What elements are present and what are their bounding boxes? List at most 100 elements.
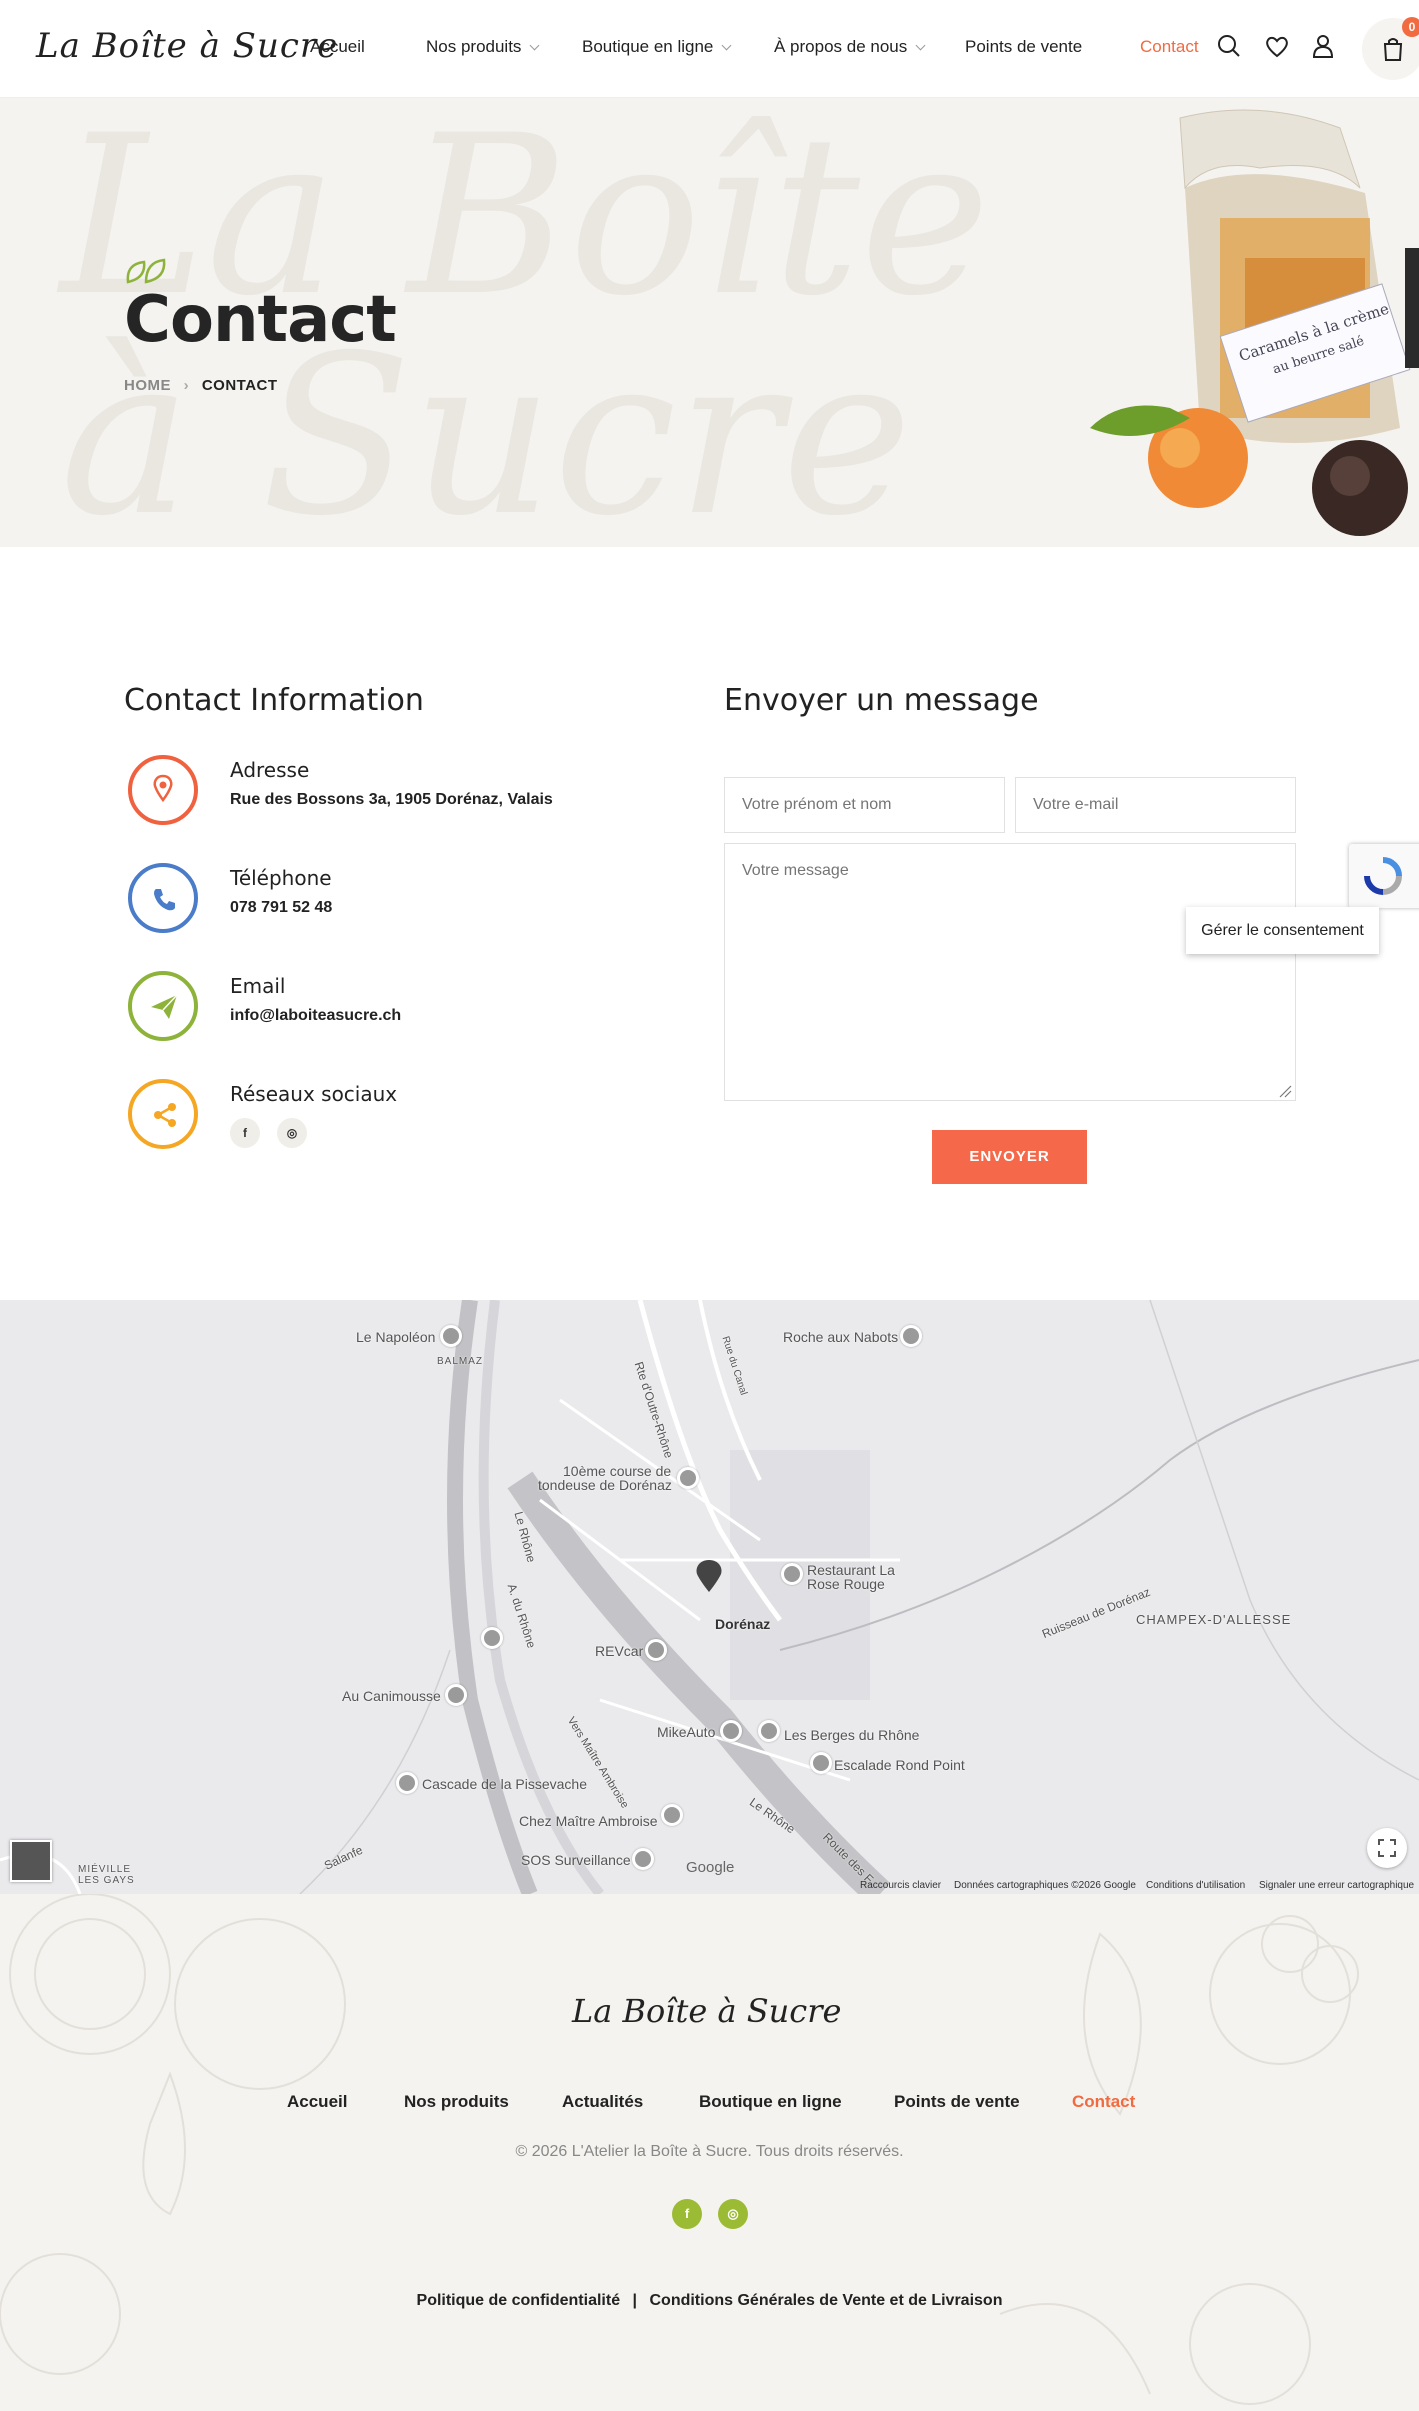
nav-label: Nos produits [426, 37, 522, 56]
footer-link-boutique[interactable]: Boutique en ligne [699, 2092, 842, 2112]
email-field[interactable] [1015, 777, 1296, 833]
copyright: © 2026 L'Atelier la Boîte à Sucre. Tous … [515, 2143, 904, 2160]
map-report-error-link[interactable]: Signaler une erreur cartographique [1259, 1880, 1414, 1891]
heart-icon[interactable] [1262, 31, 1292, 61]
nav-label: Boutique en ligne [582, 37, 714, 56]
nav-nos-produits[interactable]: Nos produits [426, 37, 540, 57]
map-keyboard-shortcuts[interactable]: Raccourcis clavier [860, 1880, 941, 1891]
location-icon [128, 755, 198, 825]
nav-label: Accueil [310, 37, 365, 56]
send-icon [128, 971, 198, 1041]
map-label: Roche aux Nabots [783, 1329, 899, 1345]
nav-label: À propos de nous [774, 37, 908, 56]
map-label: Dorénaz [715, 1616, 771, 1632]
email-value[interactable]: info@laboiteasucre.ch [230, 1007, 401, 1025]
nav-label: Points de vente [965, 37, 1083, 56]
contact-info-title: Contact Information [124, 683, 424, 718]
share-icon [128, 1079, 198, 1149]
send-button[interactable]: ENVOYER [932, 1130, 1087, 1184]
map-label: Au Canimousse [342, 1688, 441, 1704]
footer-link-points-de-vente[interactable]: Points de vente [894, 2092, 1020, 2112]
legal-separator: | [632, 2292, 638, 2309]
consent-button[interactable]: Gérer le consentement [1186, 907, 1379, 954]
address-title: Adresse [230, 758, 310, 782]
breadcrumb-current: CONTACT [201, 377, 278, 394]
nav-label: Contact [1140, 37, 1199, 56]
phone-value[interactable]: 078 791 52 48 [230, 899, 332, 917]
map-poi-pin[interactable] [645, 1639, 667, 1661]
site-footer: La Boîte à Sucre Accueil Nos produits Ac… [0, 1894, 1419, 2411]
footer-link-contact[interactable]: Contact [1072, 2092, 1135, 2112]
hero-product-image: Caramels à la crème au beurre salé [1090, 109, 1419, 536]
social-title: Réseaux sociaux [230, 1082, 398, 1106]
nav-a-propos[interactable]: À propos de nous [774, 37, 926, 57]
map-label: Rose Rouge [807, 1576, 885, 1592]
footer-link-actualites[interactable]: Actualités [562, 2092, 643, 2112]
instagram-icon[interactable]: ◎ [718, 2199, 748, 2229]
chevron-down-icon [721, 40, 732, 51]
map-poi-pin[interactable] [810, 1752, 832, 1774]
map-satellite-toggle[interactable] [10, 1840, 52, 1882]
map-terms-link[interactable]: Conditions d'utilisation [1146, 1880, 1245, 1891]
map-label: BALMAZ [437, 1356, 484, 1367]
instagram-icon[interactable]: ◎ [277, 1118, 307, 1148]
map-label: Le Napoléon [356, 1329, 436, 1345]
page-hero: La Boîte à Sucre Contact HOME › CONTACT … [0, 98, 1419, 547]
google-map[interactable]: Le Napoléon BALMAZ Rte d'Outre-Rhône Rue… [0, 1300, 1419, 1894]
email-title: Email [230, 974, 286, 998]
nav-accueil[interactable]: Accueil [310, 37, 365, 57]
map-label: Chez Maître Ambroise [519, 1813, 658, 1829]
map-poi-pin[interactable] [481, 1627, 503, 1649]
site-logo[interactable]: La Boîte à Sucre [36, 26, 338, 66]
facebook-icon[interactable]: f [672, 2199, 702, 2229]
user-icon[interactable] [1308, 31, 1338, 61]
map-poi-pin[interactable] [445, 1684, 467, 1706]
recaptcha-badge[interactable] [1349, 844, 1419, 908]
map-poi-pin[interactable] [661, 1804, 683, 1826]
phone-icon [128, 863, 198, 933]
address-value: Rue des Bossons 3a, 1905 Dorénaz, Valais [230, 791, 553, 808]
nav-boutique[interactable]: Boutique en ligne [582, 37, 732, 57]
map-poi-pin[interactable] [900, 1325, 922, 1347]
breadcrumb-home[interactable]: HOME [124, 377, 171, 394]
map-label: REVcar [595, 1643, 644, 1659]
map-poi-pin[interactable] [781, 1563, 803, 1585]
message-field[interactable] [724, 843, 1296, 1101]
resize-handle-icon[interactable] [1278, 1084, 1292, 1098]
nav-points-de-vente[interactable]: Points de vente [965, 37, 1082, 57]
breadcrumb-separator-icon: › [183, 377, 190, 394]
map-label: Cascade de la Pissevache [422, 1776, 587, 1792]
map-poi-pin[interactable] [396, 1772, 418, 1794]
map-data-credit: Données cartographiques ©2026 Google [954, 1880, 1136, 1891]
map-fullscreen-button[interactable] [1367, 1828, 1407, 1868]
footer-link-nos-produits[interactable]: Nos produits [404, 2092, 509, 2112]
chevron-down-icon [529, 40, 540, 51]
recaptcha-icon [1364, 857, 1402, 895]
map-label: tondeuse de Dorénaz [538, 1477, 672, 1493]
map-poi-pin[interactable] [677, 1467, 699, 1489]
map-label: SOS Surveillance [521, 1852, 631, 1868]
fullscreen-icon [1378, 1839, 1396, 1857]
nav-contact[interactable]: Contact [1140, 37, 1199, 57]
privacy-policy-link[interactable]: Politique de confidentialité [417, 2292, 621, 2309]
terms-link[interactable]: Conditions Générales de Vente et de Livr… [649, 2292, 1002, 2309]
map-label: LES GAYS [78, 1875, 135, 1886]
footer-link-accueil[interactable]: Accueil [287, 2092, 347, 2112]
map-poi-pin[interactable] [632, 1848, 654, 1870]
map-poi-pin[interactable] [758, 1720, 780, 1742]
footer-logo[interactable]: La Boîte à Sucre [572, 1992, 841, 2030]
page-title: Contact [124, 283, 397, 357]
map-label: Les Berges du Rhône [784, 1727, 920, 1743]
cart-count-badge: 0 [1402, 17, 1419, 37]
form-title: Envoyer un message [724, 683, 1039, 718]
search-icon[interactable] [1214, 31, 1244, 61]
phone-title: Téléphone [230, 866, 332, 890]
site-header: La Boîte à Sucre Accueil Nos produits Bo… [0, 0, 1419, 98]
name-field[interactable] [724, 777, 1005, 833]
map-poi-pin[interactable] [720, 1720, 742, 1742]
chevron-down-icon [915, 40, 926, 51]
breadcrumb: HOME › CONTACT [124, 377, 278, 394]
facebook-icon[interactable]: f [230, 1118, 260, 1148]
map-label: CHAMPEX-D'ALLESSE [1136, 1612, 1292, 1627]
map-poi-pin[interactable] [440, 1325, 462, 1347]
